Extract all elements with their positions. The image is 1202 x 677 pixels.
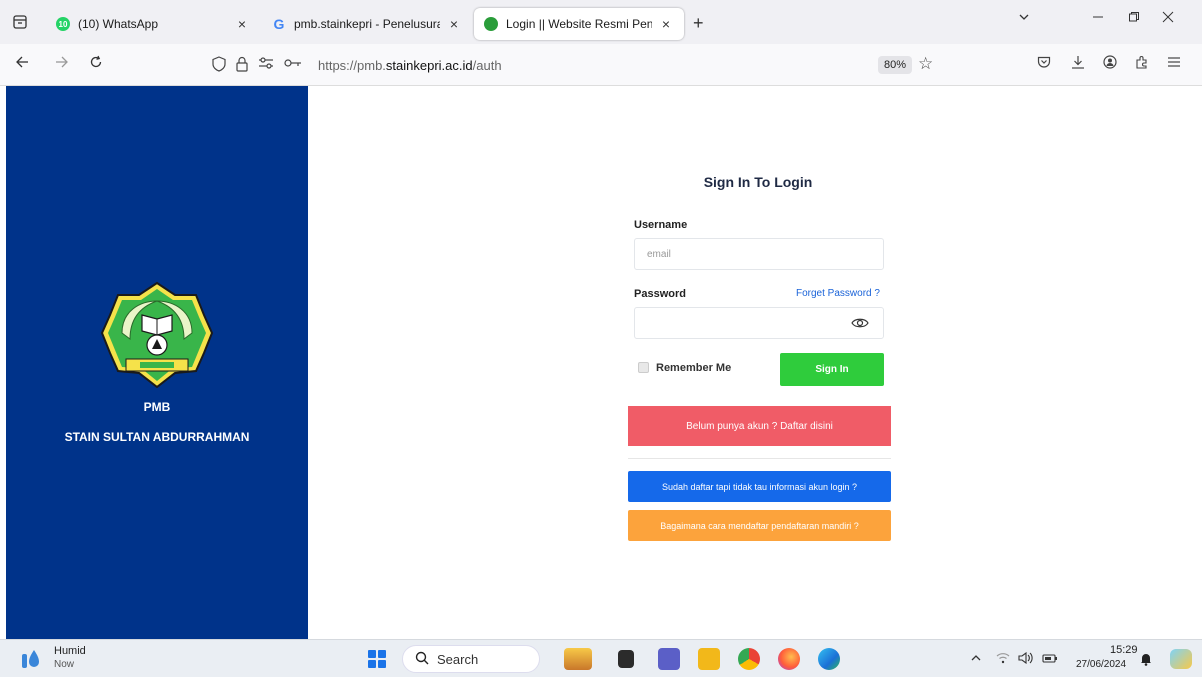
weather-title: Humid <box>54 645 86 657</box>
edge-icon[interactable] <box>818 648 840 670</box>
browser-toolbar: https://pmb.stainkepri.ac.id/auth 80% ☆ <box>0 44 1202 86</box>
forget-password-link[interactable]: Forget Password ? <box>796 288 880 299</box>
windows-taskbar: Humid Now Search 15:29 27/06/2024 <box>0 639 1202 677</box>
clock-time[interactable]: 15:29 <box>1110 644 1138 656</box>
chrome-icon[interactable] <box>738 648 760 670</box>
download-icon[interactable] <box>1068 55 1088 73</box>
permissions-icon[interactable] <box>258 56 274 75</box>
weather-subtitle: Now <box>54 659 75 670</box>
tab-title: pmb.stainkepri - Penelusuran G <box>294 17 440 31</box>
url-path: /auth <box>472 58 502 73</box>
url-domain: stainkepri.ac.id <box>385 58 473 73</box>
sign-in-button[interactable]: Sign In <box>780 353 884 386</box>
close-tab-icon[interactable]: × <box>234 16 250 32</box>
panel-title: PMB <box>143 400 171 414</box>
institution-name: STAIN SULTAN ABDURRAHMAN <box>64 430 250 444</box>
whatsapp-icon: 10 <box>56 17 70 31</box>
copilot-icon[interactable] <box>1170 649 1192 669</box>
remember-me-checkbox[interactable] <box>638 362 649 373</box>
minimize-icon[interactable] <box>1088 10 1108 26</box>
reload-icon[interactable] <box>86 55 106 75</box>
register-button[interactable]: Belum punya akun ? Daftar disini <box>628 406 891 446</box>
url-field[interactable]: https://pmb.stainkepri.ac.id/auth <box>318 58 502 73</box>
brand-panel: PMB STAIN SULTAN ABDURRAHMAN <box>6 86 308 639</box>
forward-icon[interactable] <box>52 55 72 75</box>
pocket-icon[interactable] <box>1034 55 1054 73</box>
close-window-icon[interactable] <box>1158 10 1178 26</box>
tray-expand-icon[interactable] <box>970 652 982 667</box>
mosque-widget-icon[interactable] <box>564 648 592 670</box>
tab-login-active[interactable]: Login || Website Resmi Penerim × <box>474 8 684 40</box>
account-icon[interactable] <box>1100 55 1120 73</box>
key-icon[interactable] <box>284 56 302 75</box>
task-view-icon[interactable] <box>618 650 634 668</box>
taskbar-search[interactable]: Search <box>402 645 540 673</box>
search-icon <box>415 651 429 668</box>
list-all-tabs-icon[interactable] <box>1014 10 1034 26</box>
wifi-icon[interactable] <box>996 652 1010 667</box>
lock-icon[interactable] <box>236 56 248 75</box>
zoom-level-badge[interactable]: 80% <box>878 56 913 74</box>
battery-icon[interactable] <box>1042 652 1058 667</box>
firefox-icon[interactable] <box>778 648 800 670</box>
close-tab-icon[interactable]: × <box>658 16 674 32</box>
clock-date[interactable]: 27/06/2024 <box>1076 659 1126 670</box>
url-security-icons <box>212 56 302 75</box>
tab-list-icon[interactable] <box>10 12 30 32</box>
remember-me-label: Remember Me <box>656 362 732 374</box>
url-prefix: https://pmb. <box>318 58 386 73</box>
username-label: Username <box>634 219 688 231</box>
how-to-register-button[interactable]: Bagaimana cara mendaftar pendaftaran man… <box>628 510 891 541</box>
weather-humid-icon[interactable] <box>20 648 42 670</box>
extensions-icon[interactable] <box>1132 55 1152 73</box>
teams-icon[interactable] <box>658 648 680 670</box>
password-label: Password <box>634 288 686 300</box>
tab-title: (10) WhatsApp <box>78 17 159 31</box>
tab-whatsapp[interactable]: 10 (10) WhatsApp × <box>46 8 260 40</box>
tab-title: Login || Website Resmi Penerim <box>506 17 652 31</box>
windows-start-icon[interactable] <box>368 650 386 668</box>
search-label: Search <box>437 651 479 667</box>
menu-icon[interactable] <box>1164 55 1184 73</box>
site-favicon-icon <box>484 17 498 31</box>
bookmark-star-icon[interactable]: ☆ <box>918 54 933 74</box>
new-tab-button[interactable]: + <box>693 13 704 34</box>
tab-google-search[interactable]: G pmb.stainkepri - Penelusuran G × <box>262 8 472 40</box>
browser-tab-strip: 10 (10) WhatsApp × G pmb.stainkepri - Pe… <box>0 0 1202 44</box>
username-input[interactable] <box>634 238 884 270</box>
file-explorer-icon[interactable] <box>698 648 720 670</box>
password-input[interactable] <box>634 307 884 339</box>
volume-icon[interactable] <box>1018 651 1034 667</box>
stain-logo <box>100 281 214 391</box>
back-icon[interactable] <box>12 55 32 75</box>
notification-bell-icon[interactable] <box>1140 652 1152 669</box>
shield-icon[interactable] <box>212 56 226 75</box>
show-password-eye-icon[interactable] <box>850 313 870 333</box>
divider <box>628 458 891 459</box>
login-heading: Sign In To Login <box>703 174 813 190</box>
restore-icon[interactable] <box>1124 10 1144 26</box>
google-icon: G <box>273 16 285 32</box>
close-tab-icon[interactable]: × <box>446 16 462 32</box>
login-info-button[interactable]: Sudah daftar tapi tidak tau informasi ak… <box>628 471 891 502</box>
